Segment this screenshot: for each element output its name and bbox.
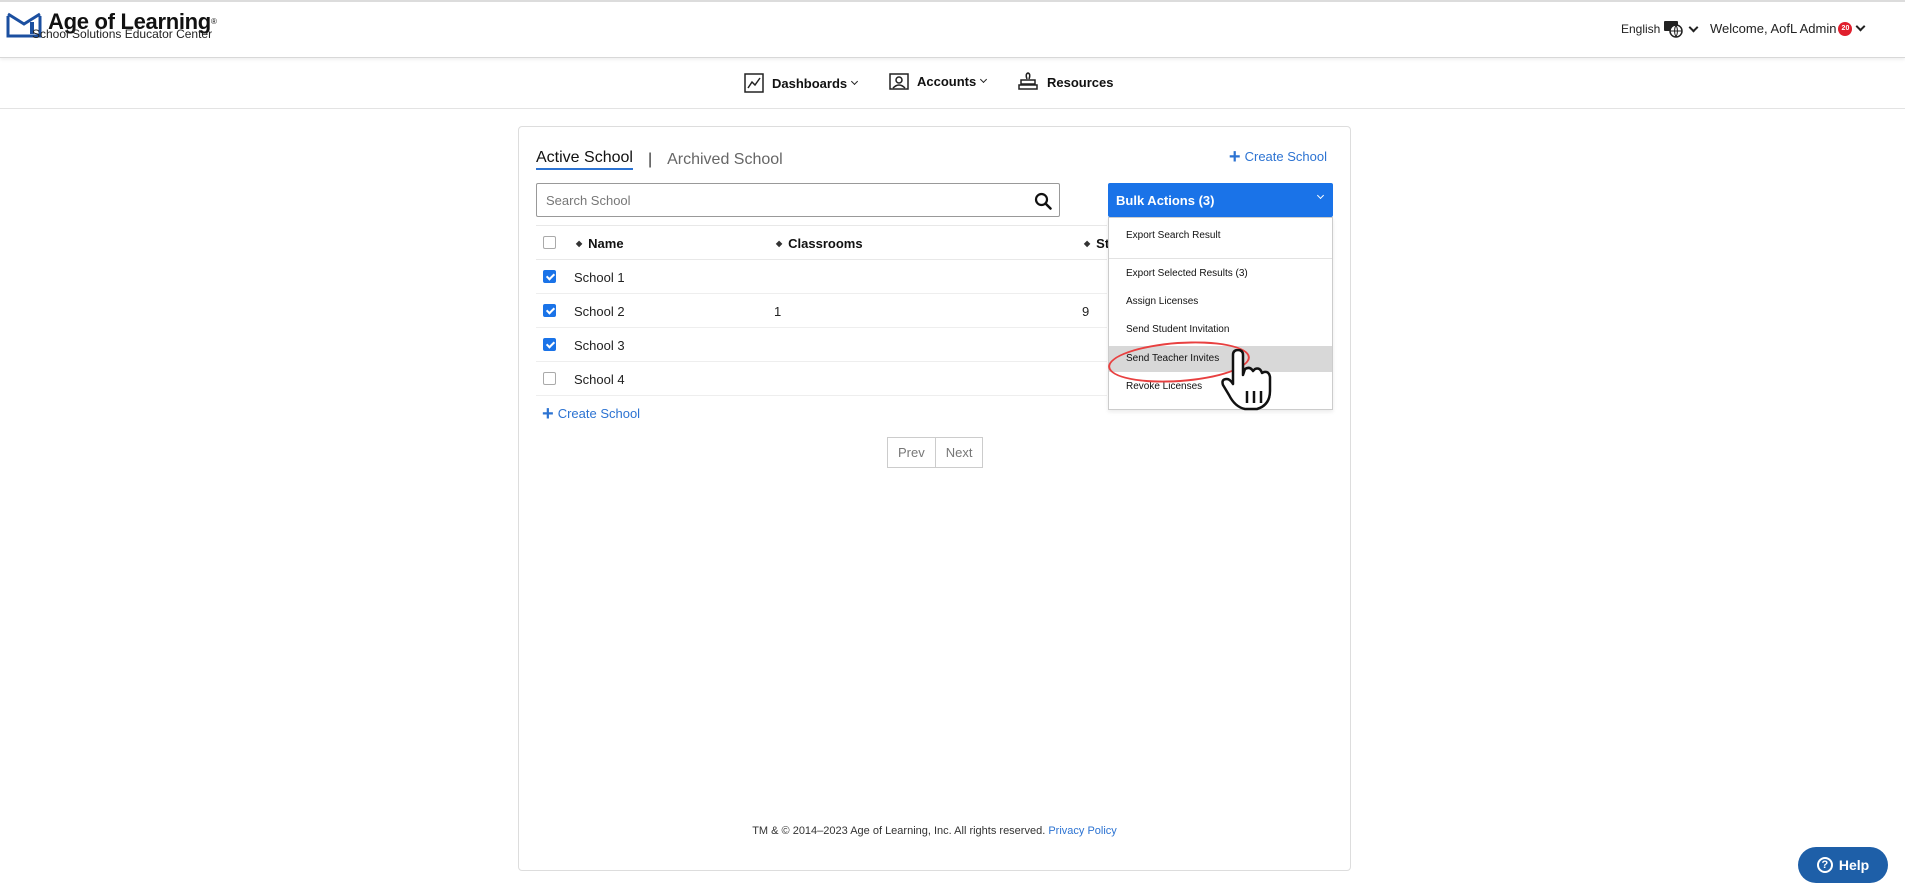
table-row[interactable]: School 4 (536, 362, 1107, 396)
chevron-down-icon (980, 75, 988, 83)
search-icon[interactable] (1034, 192, 1052, 210)
menu-item-assign-licenses[interactable]: Assign Licenses (1109, 289, 1332, 315)
nav-accounts-label: Accounts (917, 73, 977, 89)
classrooms-count: 1 (774, 304, 782, 319)
resources-icon (1018, 72, 1038, 90)
row-checkbox[interactable] (543, 270, 556, 283)
menu-item-export-selected-results[interactable]: Export Selected Results (3) (1109, 261, 1332, 287)
select-all-checkbox[interactable] (543, 236, 556, 249)
search-input[interactable] (536, 183, 1060, 217)
pagination: Prev Next (887, 437, 984, 468)
user-menu[interactable]: Welcome, AofL Admin 20 (1710, 21, 1866, 36)
tab-archived-school[interactable]: Archived School (667, 151, 783, 169)
hand-cursor-icon (1221, 349, 1272, 411)
bulk-actions-button[interactable]: Bulk Actions (3) (1108, 183, 1333, 217)
nav-resources[interactable]: Resources (1017, 71, 1113, 93)
chevron-down-icon (1856, 21, 1866, 32)
plus-icon: + (542, 402, 554, 425)
question-icon: ? (1816, 857, 1833, 873)
welcome-text: Welcome, AofL Admin (1710, 21, 1837, 36)
school-name[interactable]: School 1 (574, 270, 625, 285)
schools-card: Active School | Archived School + Create… (518, 126, 1351, 871)
plus-icon: + (1228, 145, 1241, 168)
sort-icon: ◆ (776, 239, 783, 248)
nav-dashboards-label: Dashboards (772, 75, 848, 91)
school-name[interactable]: School 3 (574, 338, 625, 353)
help-label: Help (1838, 857, 1870, 873)
row-checkbox[interactable] (543, 304, 556, 317)
tab-separator: | (647, 150, 653, 168)
notification-badge: 20 (1838, 21, 1853, 36)
school-name[interactable]: School 4 (574, 372, 625, 387)
sort-icon: ◆ (1084, 239, 1091, 248)
row-checkbox[interactable] (543, 338, 556, 351)
bulk-actions-label: Bulk Actions (3) (1116, 192, 1215, 208)
copyright-text: TM & © 2014–2023 Age of Learning, Inc. A… (752, 825, 1046, 837)
students-count: 9 (1082, 304, 1090, 319)
table-row[interactable]: School 1 (536, 260, 1107, 294)
menu-divider (1109, 258, 1332, 259)
language-selector[interactable]: English (1621, 20, 1699, 38)
prev-button[interactable]: Prev (887, 437, 936, 468)
create-school-label: Create School (1244, 149, 1327, 164)
language-label: English (1621, 22, 1661, 36)
accounts-icon (889, 73, 909, 90)
nav-accounts[interactable]: Accounts (889, 71, 988, 91)
column-students[interactable]: ◆ St (1084, 236, 1109, 251)
chevron-down-icon (1688, 22, 1699, 32)
brand-subtitle: School Solutions Educator Center (32, 27, 213, 41)
chevron-down-icon (851, 77, 859, 85)
table-header: ◆ Name ◆ Classrooms ◆ St (536, 225, 1109, 260)
table-row[interactable]: School 2 1 9 (536, 294, 1107, 328)
privacy-policy-link[interactable]: Privacy Policy (1048, 825, 1116, 837)
help-button[interactable]: ? Help (1798, 847, 1888, 883)
top-header: Age of Learning® School Solutions Educat… (0, 0, 1905, 58)
row-checkbox[interactable] (543, 372, 556, 385)
tab-active-school[interactable]: Active School (536, 149, 633, 170)
menu-item-send-student-invitation[interactable]: Send Student Invitation (1109, 317, 1332, 343)
sort-icon: ◆ (576, 239, 583, 248)
chart-icon (744, 73, 764, 93)
school-tabs: Active School | Archived School (536, 149, 783, 170)
nav-resources-label: Resources (1047, 74, 1114, 90)
next-button[interactable]: Next (935, 437, 984, 468)
page-footer: TM & © 2014–2023 Age of Learning, Inc. A… (519, 825, 1350, 837)
globe-icon (1664, 21, 1684, 38)
main-nav: Dashboards Accounts Resources (0, 58, 1905, 109)
chevron-down-icon (1316, 191, 1325, 200)
school-name[interactable]: School 2 (574, 304, 625, 319)
nav-dashboards[interactable]: Dashboards (744, 73, 859, 93)
table-row[interactable]: School 3 (536, 328, 1107, 362)
create-school-link-top[interactable]: + Create School (1228, 145, 1327, 168)
menu-item-export-search-result[interactable]: Export Search Result (1109, 223, 1332, 249)
create-school-link-bottom[interactable]: + Create School (542, 402, 641, 425)
create-school-label: Create School (557, 406, 641, 421)
column-name[interactable]: ◆ Name (576, 236, 624, 251)
column-classrooms[interactable]: ◆ Classrooms (776, 236, 863, 251)
